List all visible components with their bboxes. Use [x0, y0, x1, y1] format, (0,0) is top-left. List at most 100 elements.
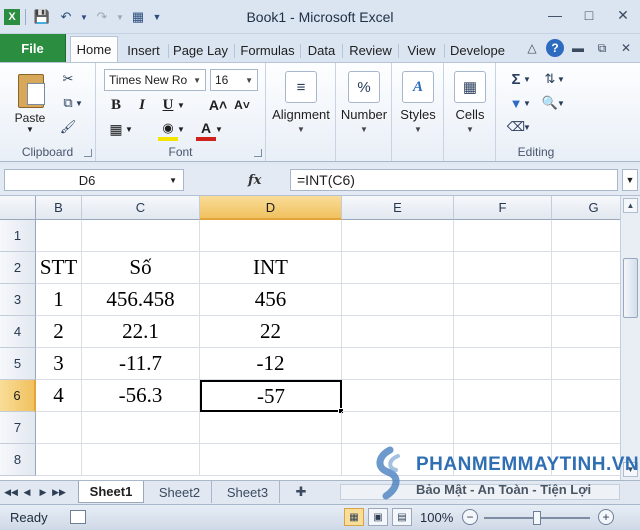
- underline-dropdown-icon[interactable]: ▼: [176, 95, 186, 115]
- column-header-b[interactable]: B: [36, 196, 82, 220]
- zoom-out-icon[interactable]: −: [462, 509, 478, 525]
- zoom-level[interactable]: 100%: [420, 510, 453, 525]
- cell-e2[interactable]: [342, 252, 454, 284]
- autosum-dropdown-icon[interactable]: ▼: [522, 69, 532, 89]
- last-sheet-icon[interactable]: ▶▶: [52, 485, 66, 499]
- underline-icon[interactable]: U: [158, 95, 178, 115]
- cell-d5[interactable]: -12: [200, 348, 342, 380]
- cell-b6[interactable]: 4: [36, 380, 82, 412]
- cell-d2[interactable]: INT: [200, 252, 342, 284]
- cell-c6[interactable]: -56.3: [82, 380, 200, 412]
- cell-b3[interactable]: 1: [36, 284, 82, 316]
- alignment-button[interactable]: ≡ Alignment ▼: [272, 69, 330, 134]
- tab-insert[interactable]: Insert: [120, 38, 166, 62]
- cell-c2[interactable]: Số: [82, 252, 200, 284]
- cell-g7[interactable]: [552, 412, 620, 444]
- cell-e6[interactable]: [342, 380, 454, 412]
- font-color-dropdown-icon[interactable]: ▼: [214, 119, 224, 139]
- horizontal-scrollbar[interactable]: [340, 484, 620, 500]
- page-layout-view-icon[interactable]: ▣: [368, 508, 388, 526]
- cell-b8[interactable]: [36, 444, 82, 476]
- borders-dropdown-icon[interactable]: ▼: [124, 119, 134, 139]
- row-header-6[interactable]: 6: [0, 380, 36, 412]
- cell-f3[interactable]: [454, 284, 552, 316]
- cell-g3[interactable]: [552, 284, 620, 316]
- help-icon[interactable]: ?: [546, 39, 564, 57]
- cell-b1[interactable]: [36, 220, 82, 252]
- cut-icon[interactable]: ✂: [58, 69, 78, 89]
- row-header-7[interactable]: 7: [0, 412, 36, 444]
- insert-sheet-icon[interactable]: ✚: [284, 481, 318, 503]
- bold-icon[interactable]: B: [106, 95, 126, 115]
- next-sheet-icon[interactable]: ▶: [36, 485, 50, 499]
- cell-g6[interactable]: [552, 380, 620, 412]
- cell-b7[interactable]: [36, 412, 82, 444]
- paste-dropdown-icon[interactable]: ▼: [8, 125, 52, 134]
- row-header-4[interactable]: 4: [0, 316, 36, 348]
- tab-data[interactable]: Data: [302, 38, 340, 62]
- row-header-1[interactable]: 1: [0, 220, 36, 252]
- cell-b2[interactable]: STT: [36, 252, 82, 284]
- clipboard-launcher-icon[interactable]: [84, 149, 92, 157]
- cell-b5[interactable]: 3: [36, 348, 82, 380]
- fill-color-dropdown-icon[interactable]: ▼: [176, 119, 186, 139]
- column-header-c[interactable]: C: [82, 196, 200, 220]
- cell-g2[interactable]: [552, 252, 620, 284]
- cell-f4[interactable]: [454, 316, 552, 348]
- cell-g1[interactable]: [552, 220, 620, 252]
- cell-d7[interactable]: [200, 412, 342, 444]
- clear-dropdown-icon[interactable]: ▼: [522, 117, 532, 137]
- cell-e8[interactable]: [342, 444, 454, 476]
- sheet-tab-2[interactable]: Sheet2: [148, 481, 212, 503]
- page-break-view-icon[interactable]: ▤: [392, 508, 412, 526]
- cell-f5[interactable]: [454, 348, 552, 380]
- first-sheet-icon[interactable]: ◀◀: [4, 485, 18, 499]
- cell-f7[interactable]: [454, 412, 552, 444]
- cell-d8[interactable]: [200, 444, 342, 476]
- cell-e7[interactable]: [342, 412, 454, 444]
- font-color-icon[interactable]: A: [196, 119, 216, 141]
- minimize-ribbon-icon[interactable]: △: [522, 38, 542, 58]
- cell-d6[interactable]: -57: [200, 380, 342, 412]
- normal-view-icon[interactable]: ▦: [344, 508, 364, 526]
- cell-f2[interactable]: [454, 252, 552, 284]
- tab-home[interactable]: Home: [70, 36, 118, 62]
- cell-e5[interactable]: [342, 348, 454, 380]
- paste-icon[interactable]: [14, 71, 48, 111]
- find-select-dropdown-icon[interactable]: ▼: [556, 93, 566, 113]
- workbook-minimize-icon[interactable]: ▬: [568, 38, 588, 58]
- decrease-font-icon[interactable]: A˅: [232, 95, 252, 115]
- cell-f1[interactable]: [454, 220, 552, 252]
- cell-c4[interactable]: 22.1: [82, 316, 200, 348]
- row-header-3[interactable]: 3: [0, 284, 36, 316]
- prev-sheet-icon[interactable]: ◀: [20, 485, 34, 499]
- tab-review[interactable]: Review: [344, 38, 396, 62]
- column-header-g[interactable]: G: [552, 196, 620, 220]
- cell-d4[interactable]: 22: [200, 316, 342, 348]
- row-header-8[interactable]: 8: [0, 444, 36, 476]
- select-all-corner[interactable]: [0, 196, 36, 220]
- cell-g4[interactable]: [552, 316, 620, 348]
- macro-record-icon[interactable]: [70, 510, 86, 524]
- zoom-slider-thumb[interactable]: [533, 511, 541, 525]
- expand-formula-bar-icon[interactable]: ▼: [622, 169, 638, 191]
- tab-developer[interactable]: Develope: [446, 38, 508, 62]
- copy-dropdown-icon[interactable]: ▼: [74, 93, 84, 113]
- maximize-icon[interactable]: □: [572, 0, 606, 30]
- cells-button[interactable]: ▦ Cells ▼: [442, 69, 498, 134]
- cell-c8[interactable]: [82, 444, 200, 476]
- vertical-scrollbar[interactable]: ▲ ▼: [620, 196, 640, 480]
- row-header-2[interactable]: 2: [0, 252, 36, 284]
- cell-c5[interactable]: -11.7: [82, 348, 200, 380]
- paste-button-label[interactable]: Paste: [8, 111, 52, 125]
- close-icon[interactable]: ✕: [606, 0, 640, 30]
- cell-g8[interactable]: [552, 444, 620, 476]
- tab-view[interactable]: View: [400, 38, 442, 62]
- column-header-d[interactable]: D: [200, 196, 342, 220]
- cell-e3[interactable]: [342, 284, 454, 316]
- sort-filter-dropdown-icon[interactable]: ▼: [556, 69, 566, 89]
- cell-c3[interactable]: 456.458: [82, 284, 200, 316]
- scroll-up-icon[interactable]: ▲: [623, 198, 638, 213]
- cell-e4[interactable]: [342, 316, 454, 348]
- vertical-scroll-thumb[interactable]: [623, 258, 638, 318]
